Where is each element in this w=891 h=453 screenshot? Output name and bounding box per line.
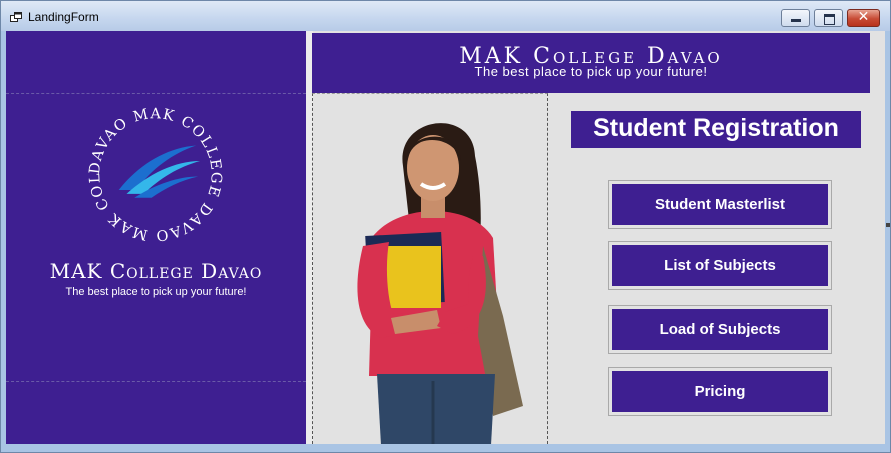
logo-wave-1 [118,145,197,190]
resize-handle-marker[interactable] [886,223,890,227]
window-title: LandingForm [28,10,99,24]
pricing-button[interactable]: Pricing [608,367,832,416]
header-tagline: The best place to pick up your future! [474,64,708,79]
title-bar[interactable]: LandingForm ✕ [1,1,890,31]
college-logo: DAVAO MAK COLLEGE DAVAO MAK COLLEGE [78,97,223,243]
load-of-subjects-button[interactable]: Load of Subjects [608,305,832,354]
brand-panel: DAVAO MAK COLLEGE DAVAO MAK COLLEGE MAK … [6,31,306,444]
app-icon [10,12,22,22]
form-client-area: DAVAO MAK COLLEGE DAVAO MAK COLLEGE MAK … [6,31,885,444]
header-banner: MAK College Davao The best place to pick… [312,33,870,93]
close-icon: ✕ [857,9,870,25]
student-masterlist-button[interactable]: Student Masterlist [608,180,832,229]
photo-panel [312,93,548,444]
minimize-button[interactable] [781,9,810,27]
brand-tagline: The best place to pick up your future! [65,286,247,298]
panel-divider-bottom [6,381,306,382]
student-photo [357,123,523,444]
maximize-button[interactable] [814,9,843,27]
brand-name: MAK College Davao [49,259,263,283]
list-of-subjects-button[interactable]: List of Subjects [608,241,832,290]
close-button[interactable]: ✕ [847,9,880,27]
minimize-icon [791,19,801,22]
registration-title: Student Registration [571,111,861,148]
landing-form-window: LandingForm ✕ DAVAO MAK COLLEGE DAVAO MA… [0,0,891,453]
panel-divider-top [6,93,306,94]
maximize-icon [824,14,835,25]
